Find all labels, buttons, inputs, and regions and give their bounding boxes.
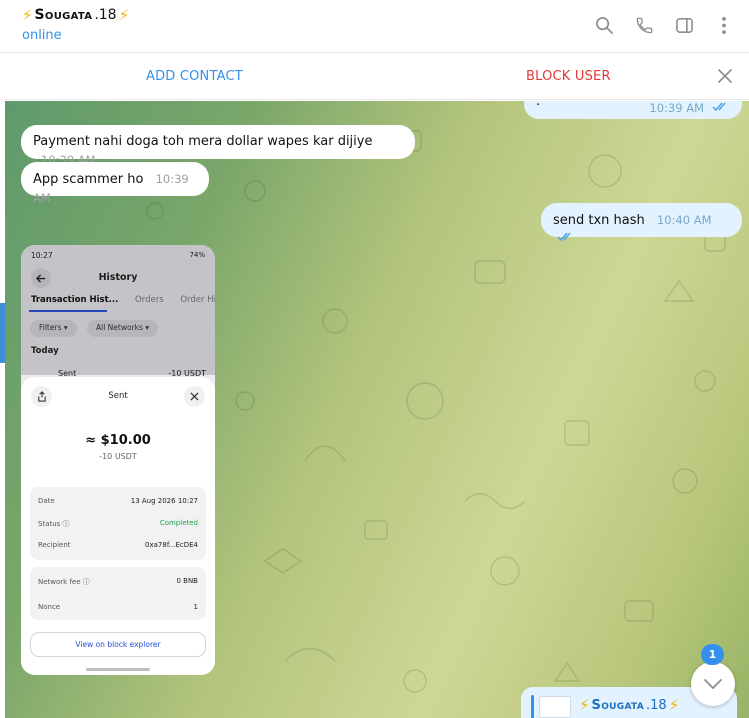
- message-text: send txn hash: [553, 213, 645, 228]
- detail-row-recipient: Recipient 0xa78f...EcDE4: [38, 541, 198, 549]
- message-text: App scammer ho: [33, 172, 144, 187]
- detail-value: 1: [193, 603, 198, 611]
- contact-name-suffix: .18: [94, 7, 117, 23]
- token-amount: -10 USDT: [99, 452, 137, 461]
- quote-bar: [531, 695, 534, 718]
- double-check-icon: [557, 230, 575, 248]
- outgoing-message[interactable]: send txn hash 10:40 AM: [541, 203, 742, 242]
- home-indicator: [86, 668, 150, 671]
- detail-label: Status ⓘ: [38, 520, 70, 528]
- message-text: Payment nahi doga toh mera dollar wapes …: [33, 134, 373, 149]
- lightning-emoji: ⚡: [118, 6, 130, 24]
- detail-row-date: Date 13 Aug 2026 10:27: [38, 497, 198, 505]
- scroll-down-button[interactable]: [691, 662, 735, 706]
- message-time: 10:39 AM: [649, 101, 704, 115]
- detail-label: Recipient: [38, 541, 71, 549]
- add-contact-button[interactable]: ADD CONTACT: [146, 69, 243, 84]
- lightning-emoji: ⚡: [668, 696, 680, 714]
- fiat-amount: ≈ $10.00: [85, 433, 151, 448]
- fee-card: Network fee ⓘ 0 BNB Nonce 1: [30, 567, 206, 620]
- message-time: 10:40 AM: [656, 213, 712, 227]
- detail-value: 13 Aug 2026 10:27: [130, 497, 198, 505]
- close-icon: [184, 386, 205, 407]
- contact-name: Sougata: [34, 7, 93, 23]
- more-vertical-icon[interactable]: [713, 14, 735, 36]
- detail-label: Nonce: [38, 603, 61, 611]
- thumbnail: [539, 696, 571, 718]
- detail-row-fee: Network fee ⓘ 0 BNB: [38, 577, 198, 587]
- detail-row-status: Status ⓘ Completed: [38, 519, 198, 529]
- transaction-detail-sheet: Sent ≈ $10.00 -10 USDT Date 13 Aug 2026 …: [21, 377, 215, 675]
- telegram-chat-window: ⚡ Sougata .18 ⚡ online ADD CONTACT BLOCK…: [0, 0, 749, 718]
- close-icon[interactable]: [715, 66, 735, 86]
- detail-row-nonce: Nonce 1: [38, 603, 198, 611]
- sidebar-toggle-icon[interactable]: [673, 14, 695, 36]
- photo-message[interactable]: 10:27 74% History Transaction Hist... Or…: [21, 245, 215, 675]
- view-explorer-button: View on block explorer: [30, 632, 206, 657]
- lightning-emoji: ⚡: [579, 696, 590, 714]
- block-user-button[interactable]: BLOCK USER: [526, 69, 611, 84]
- status-badge: Completed: [159, 519, 198, 527]
- lightning-emoji: ⚡: [22, 6, 33, 24]
- phone-icon[interactable]: [633, 14, 655, 36]
- double-check-icon: [712, 101, 730, 118]
- chat-header: ⚡ Sougata .18 ⚡ online: [0, 0, 749, 53]
- detail-label: Date: [38, 497, 55, 505]
- detail-value: 0 BNB: [176, 577, 198, 585]
- incoming-message[interactable]: App scammer ho 10:39 AM: [21, 162, 209, 205]
- unread-badge: 1: [701, 644, 724, 665]
- unknown-contact-bar: ADD CONTACT BLOCK USER: [5, 54, 749, 100]
- chevron-down-icon: [704, 679, 722, 689]
- contact-name-suffix: .18: [646, 697, 667, 713]
- modal-dim-overlay: [21, 245, 215, 375]
- detail-value: 0xa78f...EcDE4: [145, 541, 198, 549]
- search-icon[interactable]: [593, 14, 615, 36]
- quoted-contact-name: ⚡ Sougata .18 ⚡: [579, 696, 679, 714]
- online-status: online: [22, 28, 62, 43]
- outgoing-message[interactable]: · 10:39 AM: [524, 101, 742, 119]
- history-screen: 10:27 74% History Transaction Hist... Or…: [21, 245, 215, 378]
- contact-name: Sougata: [591, 697, 645, 713]
- incoming-message[interactable]: Payment nahi doga toh mera dollar wapes …: [21, 125, 415, 167]
- detail-label: Network fee ⓘ: [38, 578, 90, 586]
- details-card: Date 13 Aug 2026 10:27 Status ⓘ Complete…: [30, 487, 206, 560]
- header-actions: [593, 14, 735, 36]
- chat-title[interactable]: ⚡ Sougata .18 ⚡: [22, 6, 129, 24]
- message-text: ·: [536, 101, 541, 113]
